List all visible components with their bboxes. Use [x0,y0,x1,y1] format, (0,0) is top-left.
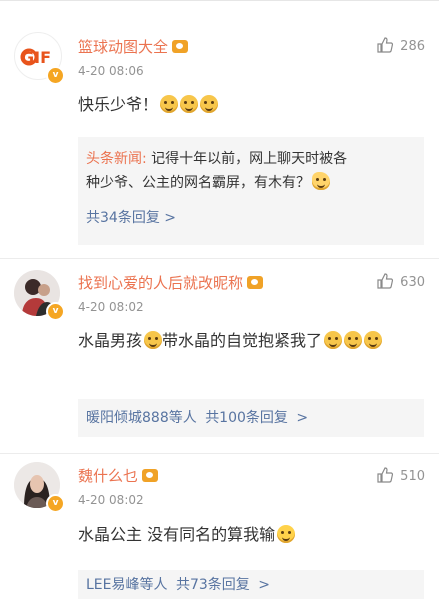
reply-preview[interactable]: LEE易峰等人 共73条回复 > [78,570,424,599]
comment-text: 水晶公主 没有同名的算我输 [78,522,296,548]
like-button[interactable]: 510 [376,466,425,484]
commenter-name[interactable]: 魏什么乜 [78,465,159,486]
chevron-right-icon: > [296,410,309,426]
comment-text: 快乐少爷！ [78,92,219,118]
comment-time: 4-20 08:06 [78,64,144,78]
thumbs-up-icon [377,273,394,289]
laughing-emoji-icon [277,525,296,543]
thumbs-up-icon [377,37,394,53]
reply-preview[interactable]: 头条新闻: 记得十年以前，网上聊天时被各 种少爷、公主的网名霸屏，有木有？ 共3… [78,137,424,245]
thumbs-up-icon [377,467,394,483]
reply-users-link[interactable]: 暖阳倾城888等人 [86,410,197,426]
level-badge-icon [172,40,189,53]
chevron-right-icon: > [164,210,177,226]
level-badge-icon [142,469,159,482]
doge-emoji-icon [324,331,343,349]
reply-count-link[interactable]: 共100条回复 [205,410,288,426]
doge-emoji-icon [200,95,219,113]
reply-text-line1: 记得十年以前，网上聊天时被各 [146,151,348,167]
like-count: 510 [400,469,425,484]
comment-time: 4-20 08:02 [78,300,144,314]
doge-emoji-icon [160,95,179,113]
verified-badge-icon: v [46,302,65,321]
verified-badge-icon: v [46,494,65,513]
comment-time: 4-20 08:02 [78,493,144,507]
reply-count-link[interactable]: 共34条回复 > [86,207,416,227]
comment-divider [0,258,439,259]
reply-users-link[interactable]: LEE易峰等人 [86,577,168,593]
thinking-emoji-icon [312,172,330,190]
reply-count-link[interactable]: 共73条回复 [176,577,250,593]
like-button[interactable]: 630 [376,272,425,290]
comment-divider [0,453,439,454]
doge-emoji-icon [344,331,363,349]
commenter-name[interactable]: 篮球动图大全 [78,36,189,57]
doge-emoji-icon [364,331,383,349]
level-badge-icon [247,276,264,289]
reply-text-line2: 种少爷、公主的网名霸屏，有木有？ [86,175,310,191]
like-count: 630 [400,275,425,290]
doge-emoji-icon [180,95,199,113]
top-divider [0,0,439,1]
like-count: 286 [400,39,425,54]
commenter-name[interactable]: 找到心爱的人后就改昵称 [78,272,264,293]
verified-badge-icon: v [46,66,65,85]
reply-author[interactable]: 头条新闻: [86,151,147,167]
reply-preview[interactable]: 暖阳倾城888等人 共100条回复 > [78,399,424,437]
like-button[interactable]: 286 [376,36,425,54]
comment-text: 水晶男孩 带水晶的自觉抱紧我了 [78,328,428,354]
doge-emoji-icon [144,331,163,349]
chevron-right-icon: > [258,577,270,593]
